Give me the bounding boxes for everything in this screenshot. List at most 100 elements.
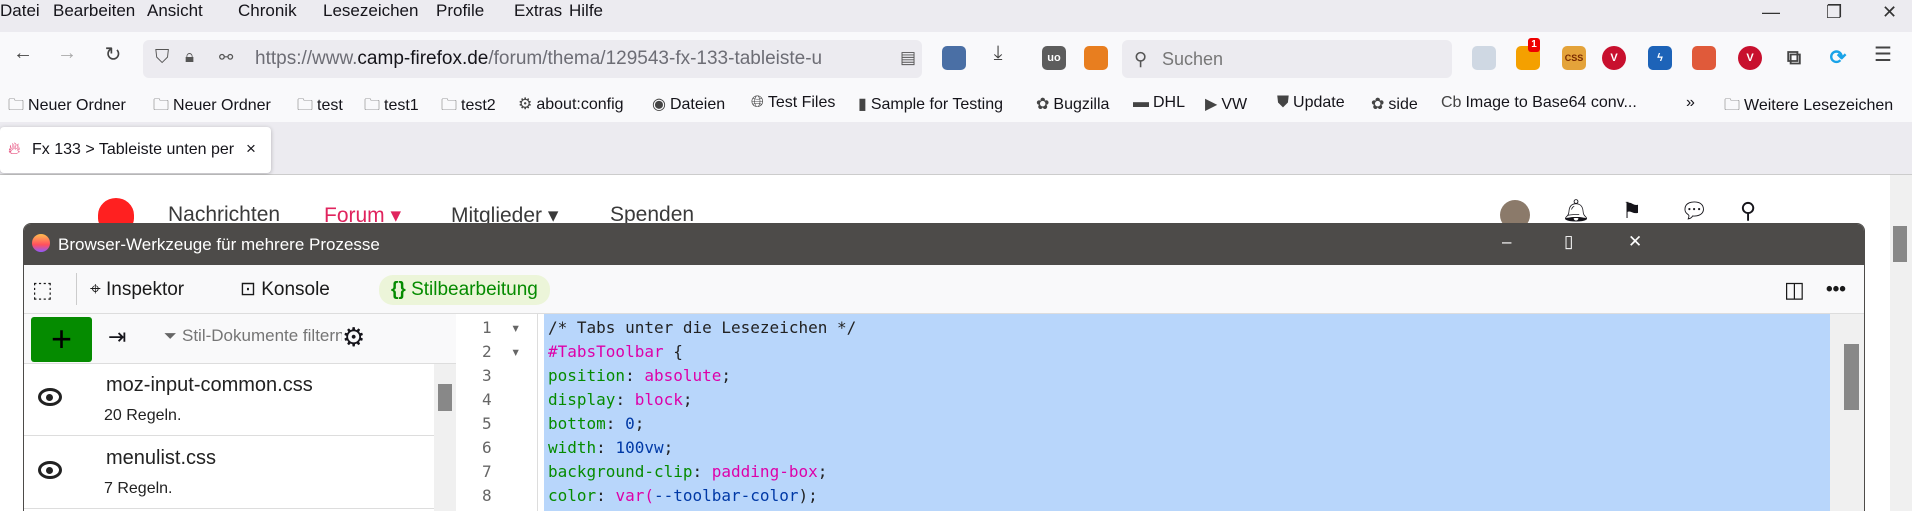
eye-icon[interactable]	[38, 388, 62, 406]
code-token: position	[548, 366, 626, 385]
close-tab-icon[interactable]: ×	[246, 139, 256, 159]
gear-icon[interactable]: ⚙	[342, 322, 365, 353]
tab-inspector[interactable]: ⌖ Inspektor	[84, 275, 190, 305]
menu-datei[interactable]: Datei	[0, 0, 40, 22]
new-stylesheet-button[interactable]: +	[31, 317, 92, 362]
bolt-icon[interactable]: ϟ	[1648, 46, 1672, 70]
scrollbar-thumb[interactable]	[438, 384, 452, 411]
extension-icon[interactable]	[942, 46, 966, 70]
code-line[interactable]: position: absolute;	[548, 364, 731, 388]
reader-view-icon[interactable]: ▤	[900, 48, 916, 68]
permissions-icon[interactable]: ⚯	[219, 48, 233, 68]
puzzle-icon[interactable]: ⧉	[1782, 46, 1806, 70]
eye-icon[interactable]	[38, 461, 62, 479]
url-text[interactable]: https://www.camp-firefox.de/forum/thema/…	[255, 48, 895, 70]
filter-input[interactable]	[182, 326, 342, 346]
maximize-button[interactable]: ▯	[1564, 232, 1573, 252]
back-icon[interactable]: ←	[8, 42, 38, 65]
menu-profile[interactable]: Profile	[436, 0, 484, 22]
extension-icon[interactable]	[1692, 46, 1716, 70]
restore-button[interactable]: ❐	[1826, 2, 1842, 23]
devtools-titlebar: Browser-Werkzeuge für mehrere Prozesse –…	[24, 224, 1864, 265]
code-token: 100vw	[615, 438, 664, 457]
url-bar[interactable]: ⛉ 🔒︎ ⚯ https://www.camp-firefox.de/forum…	[143, 40, 922, 78]
extension-icon[interactable]: 1	[1516, 38, 1540, 70]
bookmark-item[interactable]: 🗀︎ test2	[441, 94, 496, 121]
bookmark-item[interactable]: 🗀︎ test	[297, 94, 343, 121]
code-line[interactable]: display: block;	[548, 388, 693, 412]
menu-extras[interactable]: Extras	[514, 0, 562, 22]
code-line[interactable]: width: 100vw;	[548, 436, 673, 460]
bookmark-item[interactable]: ▶ VW	[1205, 94, 1247, 114]
close-window-button[interactable]: ✕	[1882, 2, 1897, 23]
flag-icon[interactable]: ⚑	[1622, 198, 1642, 224]
bookmark-item[interactable]: 🗀︎ test1	[364, 94, 419, 121]
devtools-window: Browser-Werkzeuge für mehrere Prozesse –…	[23, 223, 1865, 511]
lock-icon[interactable]: 🔒︎	[185, 47, 194, 67]
editor-scrollbar[interactable]	[1830, 314, 1864, 511]
code-line[interactable]: bottom: 0;	[548, 412, 644, 436]
tab-style-editor[interactable]: {} Stilbearbeitung	[379, 275, 550, 305]
vivaldi-icon[interactable]: V	[1738, 46, 1762, 70]
bookmark-item[interactable]: ⚙ about:config	[518, 94, 624, 114]
menu-lesezeichen[interactable]: Lesezeichen	[323, 0, 418, 22]
ublock-icon[interactable]: uo	[1042, 46, 1066, 70]
search-input[interactable]: ⚲ Suchen	[1122, 40, 1452, 78]
filter-icon: ⏷	[164, 328, 177, 345]
bookmark-item[interactable]: ⛊ Update	[1277, 94, 1345, 112]
code-line[interactable]: color: var(--toolbar-color);	[548, 484, 818, 508]
code-line[interactable]: background-clip: padding-box;	[548, 460, 827, 484]
menu-ansicht[interactable]: Ansicht	[147, 0, 203, 22]
tab-console[interactable]: ⊡ Konsole	[234, 275, 336, 305]
bookmark-item[interactable]: ✿ side	[1371, 94, 1418, 114]
download-icon[interactable]: ⤓	[983, 42, 1013, 65]
css-icon[interactable]: CSS	[1562, 46, 1586, 70]
code-editor[interactable]: /* Tabs unter die Lesezeichen */ #TabsToo…	[544, 314, 1830, 511]
code-line[interactable]: #TabsToolbar {	[548, 340, 683, 364]
shield-icon[interactable]: ⛉	[155, 47, 169, 69]
stylesheet-item[interactable]: menulist.css 7 Regeln.	[24, 437, 434, 509]
element-picker-icon[interactable]: ⬚	[32, 275, 53, 305]
code-line[interactable]: /* Tabs unter die Lesezeichen */	[548, 316, 856, 340]
sync-icon[interactable]: ⟳	[1826, 46, 1850, 70]
menu-bearbeiten[interactable]: Bearbeiten	[53, 0, 135, 22]
bookmark-item[interactable]: ▮ Sample for Testing	[858, 94, 1003, 114]
bookmark-item[interactable]: 🌐︎ Test Files	[751, 94, 835, 112]
scrollbar-thumb[interactable]	[1844, 344, 1859, 410]
line-number: 8	[482, 486, 492, 505]
bell-icon[interactable]: 🔔︎	[1562, 198, 1590, 224]
page-scrollbar[interactable]	[1890, 175, 1912, 511]
minimize-button[interactable]: –	[1502, 232, 1511, 252]
forward-icon[interactable]: →	[52, 42, 82, 65]
chat-icon[interactable]: 💬︎	[1680, 198, 1708, 224]
editor-icon[interactable]	[1472, 46, 1496, 70]
bookmark-item[interactable]: ▬ DHL	[1133, 94, 1185, 112]
scrollbar-thumb[interactable]	[1893, 226, 1907, 262]
menu-hilfe[interactable]: Hilfe	[569, 0, 603, 22]
minimize-button[interactable]: —	[1762, 2, 1780, 23]
menu-icon[interactable]: ☰	[1868, 42, 1898, 67]
more-options-icon[interactable]: •••	[1826, 275, 1846, 305]
bookmark-item[interactable]: ◉ Dateien	[652, 94, 725, 114]
bookmark-item[interactable]: ✿ Bugzilla	[1036, 94, 1109, 114]
search-icon[interactable]: ⚲	[1740, 198, 1756, 224]
extension-icon[interactable]	[1084, 46, 1108, 70]
menu-chronik[interactable]: Chronik	[238, 0, 297, 22]
bookmark-item[interactable]: Cb Image to Base64 conv...	[1441, 94, 1637, 112]
chevron-more-icon[interactable]: »	[1686, 94, 1695, 112]
line-number: 6	[482, 438, 492, 457]
import-icon[interactable]: ⇥	[108, 324, 126, 350]
close-button[interactable]: ✕	[1628, 232, 1642, 252]
reload-icon[interactable]: ↻	[98, 42, 128, 67]
dhl-icon: ▬	[1133, 94, 1149, 111]
other-bookmarks[interactable]: 🗀︎ Weitere Lesezeichen	[1724, 94, 1893, 121]
bookmark-item[interactable]: 🗀︎ Neuer Ordner	[153, 94, 271, 121]
layout-icon[interactable]: ◫	[1784, 275, 1805, 305]
sidebar-scrollbar[interactable]	[434, 364, 456, 511]
code-token: :	[596, 486, 616, 505]
bookmark-item[interactable]: 🗀︎ Neuer Ordner	[8, 94, 126, 121]
code-token: ;	[663, 438, 674, 457]
tab-active[interactable]: 🔥︎ Fx 133 > Tableiste unten per ×	[0, 127, 271, 173]
stylesheet-item[interactable]: moz-input-common.css 20 Regeln.	[24, 364, 434, 436]
vivaldi-icon[interactable]: V	[1602, 46, 1626, 70]
